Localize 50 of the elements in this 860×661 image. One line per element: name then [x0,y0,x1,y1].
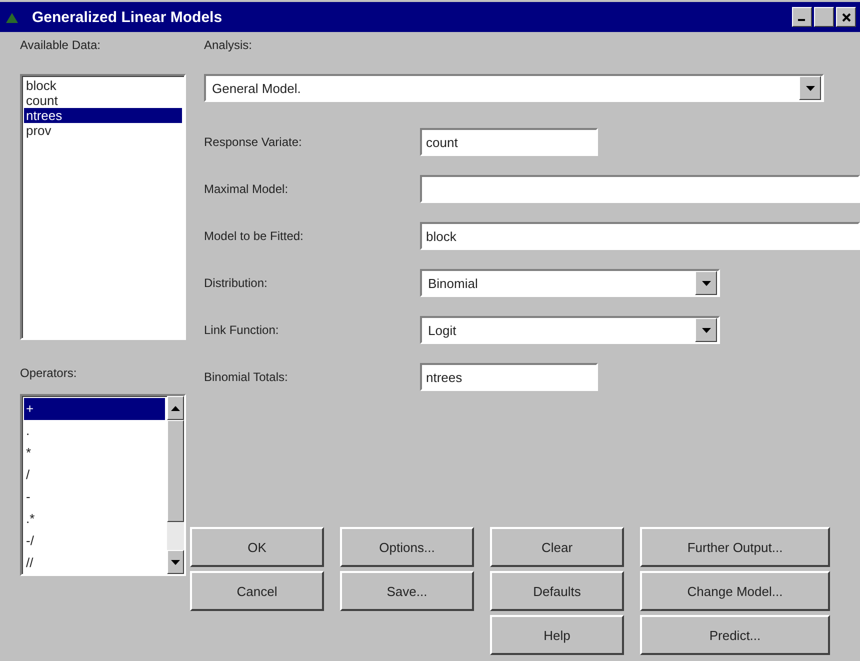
close-icon [842,12,850,22]
dialog-button[interactable]: Predict... [640,615,830,655]
list-item[interactable]: - [24,486,165,508]
select-field[interactable]: Binomial [420,269,720,297]
field-label: Response Variate: [204,135,303,149]
input-field[interactable]: block [420,222,860,250]
field-label: Maximal Model: [204,182,290,196]
list-item[interactable]: // [24,552,165,574]
dialog-button[interactable]: Clear [490,527,624,567]
down-arrow-icon [702,328,710,332]
list-item[interactable]: . [24,420,165,442]
list-item[interactable]: * [24,442,165,464]
close-button[interactable] [836,7,856,27]
dialog-button[interactable]: Change Model... [640,571,830,611]
list-item[interactable]: + [24,398,165,420]
dialog-button[interactable]: Further Output... [640,527,830,567]
list-item[interactable]: -/ [24,530,165,552]
list-item[interactable]: .* [24,508,165,530]
operators-label: Operators: [20,366,78,380]
dialog-button[interactable]: Defaults [490,571,624,611]
field-label: Binomial Totals: [204,370,289,384]
input-field[interactable]: count [420,128,598,156]
down-arrow-icon [806,86,814,90]
scrollbar[interactable] [167,396,184,574]
field-label: Distribution: [204,276,268,290]
dialog-button[interactable]: OK [190,527,324,567]
down-arrow-icon [171,560,180,564]
app-icon [6,11,18,23]
up-arrow-icon [171,406,180,410]
input-field[interactable] [420,175,860,203]
available-data-label: Available Data: [20,38,102,52]
list-item[interactable]: ntrees [24,108,182,123]
dialog-button[interactable]: Cancel [190,571,324,611]
dialog-button[interactable]: Options... [340,527,474,567]
list-item[interactable]: block [24,78,182,93]
list-item[interactable]: / [24,464,165,486]
analysis-label: Analysis: [204,38,254,52]
dialog-button[interactable]: Save... [340,571,474,611]
minimize-button[interactable] [792,7,812,27]
down-arrow-icon [702,280,710,286]
analysis-dropdown[interactable]: General Model. [204,74,824,102]
select-field[interactable]: Logit [420,316,720,344]
input-field[interactable]: ntrees [420,363,598,391]
window-title: Generalized Linear Models [32,8,224,26]
list-item[interactable]: prov [24,123,182,138]
field-label: Model to be Fitted: [204,229,304,243]
field-label: Link Function: [204,323,280,337]
maximize-button[interactable] [814,7,834,27]
list-item[interactable]: count [24,93,182,108]
dialog-button[interactable]: Help [490,615,624,655]
